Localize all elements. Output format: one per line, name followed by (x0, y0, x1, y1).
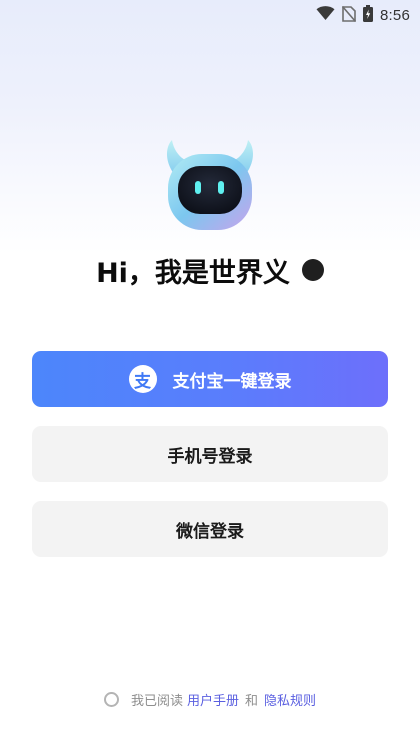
phone-login-button[interactable]: 手机号登录 (32, 426, 388, 482)
agreement-conjunction: 和 (245, 693, 259, 709)
wechat-login-label: 微信登录 (176, 521, 244, 542)
privacy-rules-link[interactable]: 隐私规则 (264, 690, 316, 709)
status-time: 8:56 (380, 7, 410, 24)
wifi-icon (316, 6, 335, 25)
battery-icon (363, 5, 373, 26)
no-sim-icon (341, 5, 357, 26)
agreement-checkbox[interactable] (103, 691, 119, 707)
alipay-login-button[interactable]: 支 支付宝一键登录 (32, 351, 388, 407)
status-dot-icon (301, 259, 324, 281)
status-bar: 8:56 (0, 0, 420, 28)
agreement-row: 我已阅读 用户手册 和 隐私规则 (0, 688, 420, 710)
phone-login-label: 手机号登录 (167, 446, 253, 467)
greeting-heading: Hi，我是世界义 (0, 250, 420, 290)
status-icons: 8:56 (316, 5, 410, 26)
alipay-icon: 支 (128, 365, 157, 393)
agreement-prefix: 我已阅读 (130, 693, 183, 709)
user-manual-link[interactable]: 用户手册 (187, 690, 239, 709)
robot-mascot-icon (160, 136, 260, 236)
alipay-login-label: 支付宝一键登录 (172, 371, 292, 392)
greeting-text: Hi，我是世界义 (96, 257, 290, 289)
wechat-login-button[interactable]: 微信登录 (32, 501, 388, 557)
